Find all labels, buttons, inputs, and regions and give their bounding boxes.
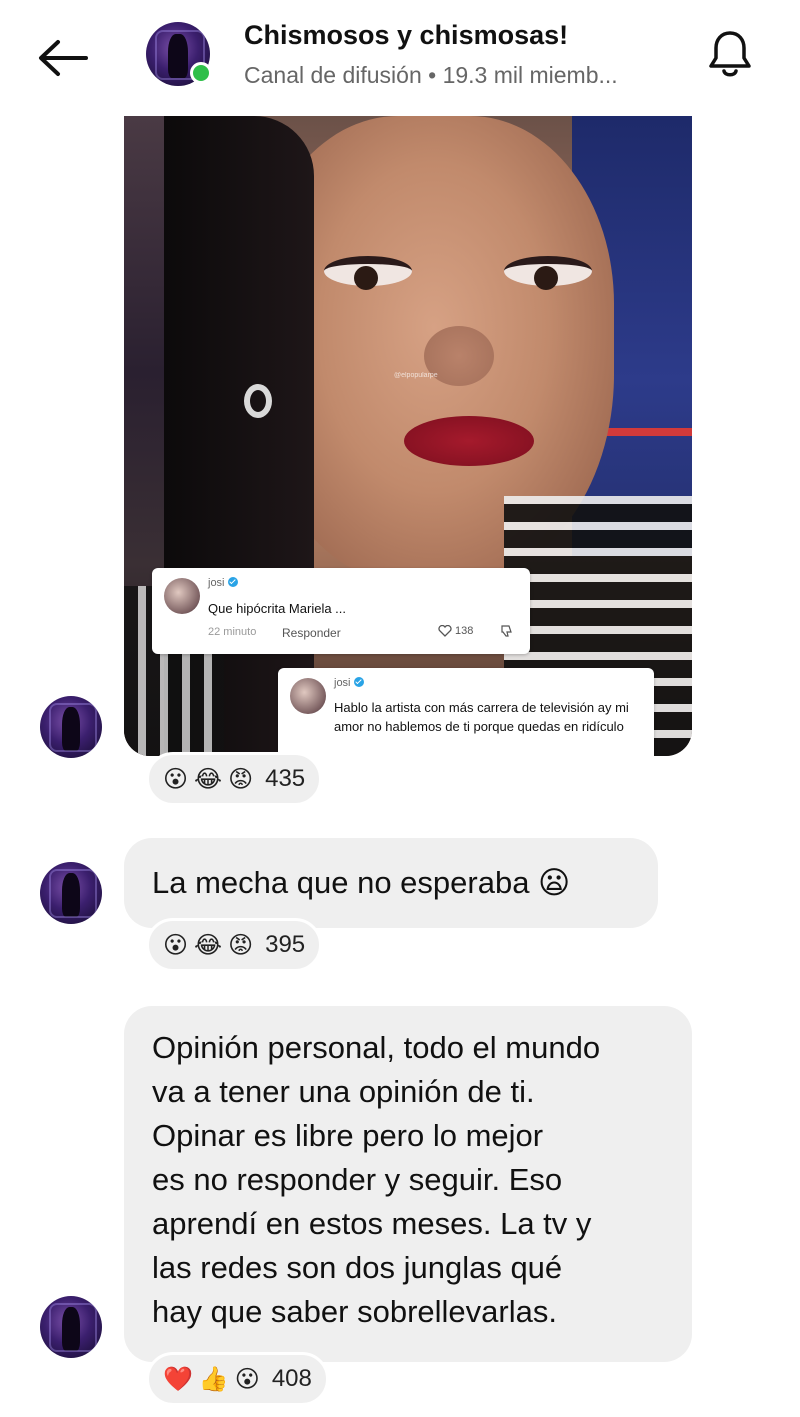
verified-icon [353, 677, 364, 687]
surprised-emoji: 😮 [163, 765, 189, 793]
message-text-line: las redes son dos junglas qué [152, 1250, 563, 1285]
reaction-count: 408 [271, 1365, 312, 1392]
thumbs-up-emoji: 👍 [198, 1365, 229, 1393]
commenter-name: josi [334, 677, 351, 689]
message-bubble[interactable]: La mecha que no esperaba 😦 [124, 838, 658, 928]
back-button[interactable] [34, 30, 90, 86]
message-text-line: hay que saber sobrellevarlas. [152, 1294, 557, 1329]
sender-avatar[interactable] [40, 862, 102, 924]
sender-avatar[interactable] [40, 696, 102, 758]
media-post-image[interactable]: @elpopularpe josi Que hipócrita Mariela … [124, 116, 692, 756]
surprised-emoji: 😮 [163, 931, 189, 959]
comment-text: Que hipócrita Mariela ... [208, 601, 347, 616]
heart-outline-icon [438, 625, 452, 637]
comment-text: Hablo la artista con más carrera de tele… [334, 700, 629, 734]
reactions-bar[interactable]: 😮 😂 😡 395 [146, 918, 323, 972]
watermark: @elpopularpe [394, 372, 438, 379]
commenter-avatar [164, 578, 200, 614]
comment-time: 22 minuto [208, 626, 257, 638]
reaction-count: 435 [265, 765, 306, 792]
arrow-left-icon [39, 40, 88, 76]
notifications-button[interactable] [700, 24, 760, 84]
message-text-line: Opinión personal, todo el mundo [152, 1030, 601, 1065]
message-bubble[interactable]: Opinión personal, todo el mundo va a ten… [124, 1006, 692, 1362]
channel-avatar[interactable] [146, 22, 212, 86]
channel-header: Chismosos y chismosas! Canal de difusión… [0, 0, 800, 108]
message-text-line: es no responder y seguir. Eso [152, 1162, 563, 1197]
verified-icon [227, 577, 238, 587]
message-text-line: Opinar es libre pero lo mejor [152, 1118, 544, 1153]
commenter-name: josi [208, 577, 225, 589]
comment-like-count: 138 [455, 625, 474, 637]
message-text-line: aprendí en estos meses. La tv y [152, 1206, 592, 1241]
channel-title[interactable]: Chismosos y chismosas! [244, 20, 568, 51]
reaction-count: 395 [265, 931, 306, 958]
reactions-bar[interactable]: ❤️ 👍 😮 408 [146, 1352, 329, 1406]
heart-emoji: ❤️ [163, 1365, 193, 1393]
channel-subtitle[interactable]: Canal de difusión • 19.3 mil miemb... [244, 62, 618, 89]
embedded-comment: josi Hablo la artista con más carrera de… [278, 668, 654, 756]
channel-chat-screen: Chismosos y chismosas! Canal de difusión… [0, 0, 800, 1417]
thumbs-down-icon [501, 625, 512, 637]
commenter-avatar [290, 678, 326, 714]
embedded-comment: josi Que hipócrita Mariela ... 22 minuto… [152, 568, 530, 654]
surprised-emoji: 😮 [234, 1365, 260, 1393]
reactions-bar[interactable]: 😮 😂 😡 435 [146, 752, 323, 806]
laughing-emoji: 😂 [194, 765, 223, 793]
angry-emoji: 😡 [228, 765, 254, 793]
online-indicator [190, 62, 212, 84]
angry-emoji: 😡 [228, 931, 254, 959]
sender-avatar[interactable] [40, 1296, 102, 1358]
message-text-line: va a tener una opinión de ti. [152, 1074, 535, 1109]
comment-reply-label: Responder [282, 626, 341, 640]
message-text: La mecha que no esperaba 😦 [152, 865, 571, 900]
bell-icon [709, 31, 751, 77]
laughing-emoji: 😂 [194, 931, 223, 959]
